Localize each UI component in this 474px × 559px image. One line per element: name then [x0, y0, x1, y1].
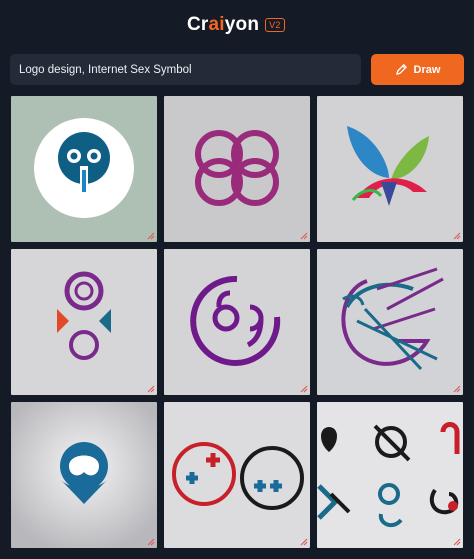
resize-corner-icon	[300, 538, 308, 546]
droplet-heart-emblem-logo-image	[11, 402, 157, 548]
result-image-1[interactable]	[11, 96, 157, 242]
small-symbols-grid-image	[317, 402, 463, 548]
interlocking-g-lines-logo-image	[317, 249, 463, 395]
prompt-input[interactable]: Logo design, Internet Sex Symbol	[10, 54, 361, 85]
resize-corner-icon	[453, 232, 461, 240]
resize-corner-icon	[300, 385, 308, 393]
resize-corner-icon	[147, 232, 155, 240]
result-image-7[interactable]	[11, 402, 157, 548]
version-badge: V2	[265, 18, 285, 32]
result-image-3[interactable]	[317, 96, 463, 242]
stacked-circles-figure-logo-image	[11, 249, 157, 395]
number-69-circle-logo-image	[164, 249, 310, 395]
result-image-4[interactable]	[11, 249, 157, 395]
infinity-rings-logo-image	[164, 96, 310, 242]
resize-corner-icon	[147, 385, 155, 393]
brand-prefix: Cr	[187, 14, 209, 35]
butterfly-leaf-logo-image	[317, 96, 463, 242]
brand-suffix: yon	[224, 14, 260, 35]
circles-with-plus-signs-image	[164, 402, 310, 548]
result-image-9[interactable]	[317, 402, 463, 548]
result-image-5[interactable]	[164, 249, 310, 395]
draw-button[interactable]: Draw	[371, 54, 464, 85]
result-image-2[interactable]	[164, 96, 310, 242]
prompt-input-value: Logo design, Internet Sex Symbol	[19, 63, 192, 76]
skull-face-logo-image	[11, 96, 157, 242]
pencil-icon	[395, 64, 407, 75]
result-image-6[interactable]	[317, 249, 463, 395]
resize-corner-icon	[147, 538, 155, 546]
resize-corner-icon	[453, 538, 461, 546]
brand-logo[interactable]: Cr ai yon V2	[187, 14, 285, 36]
resize-corner-icon	[453, 385, 461, 393]
brand-accent: ai	[208, 14, 225, 35]
resize-corner-icon	[300, 232, 308, 240]
result-image-8[interactable]	[164, 402, 310, 548]
header: Cr ai yon V2	[0, 0, 474, 48]
draw-button-label: Draw	[413, 63, 441, 76]
